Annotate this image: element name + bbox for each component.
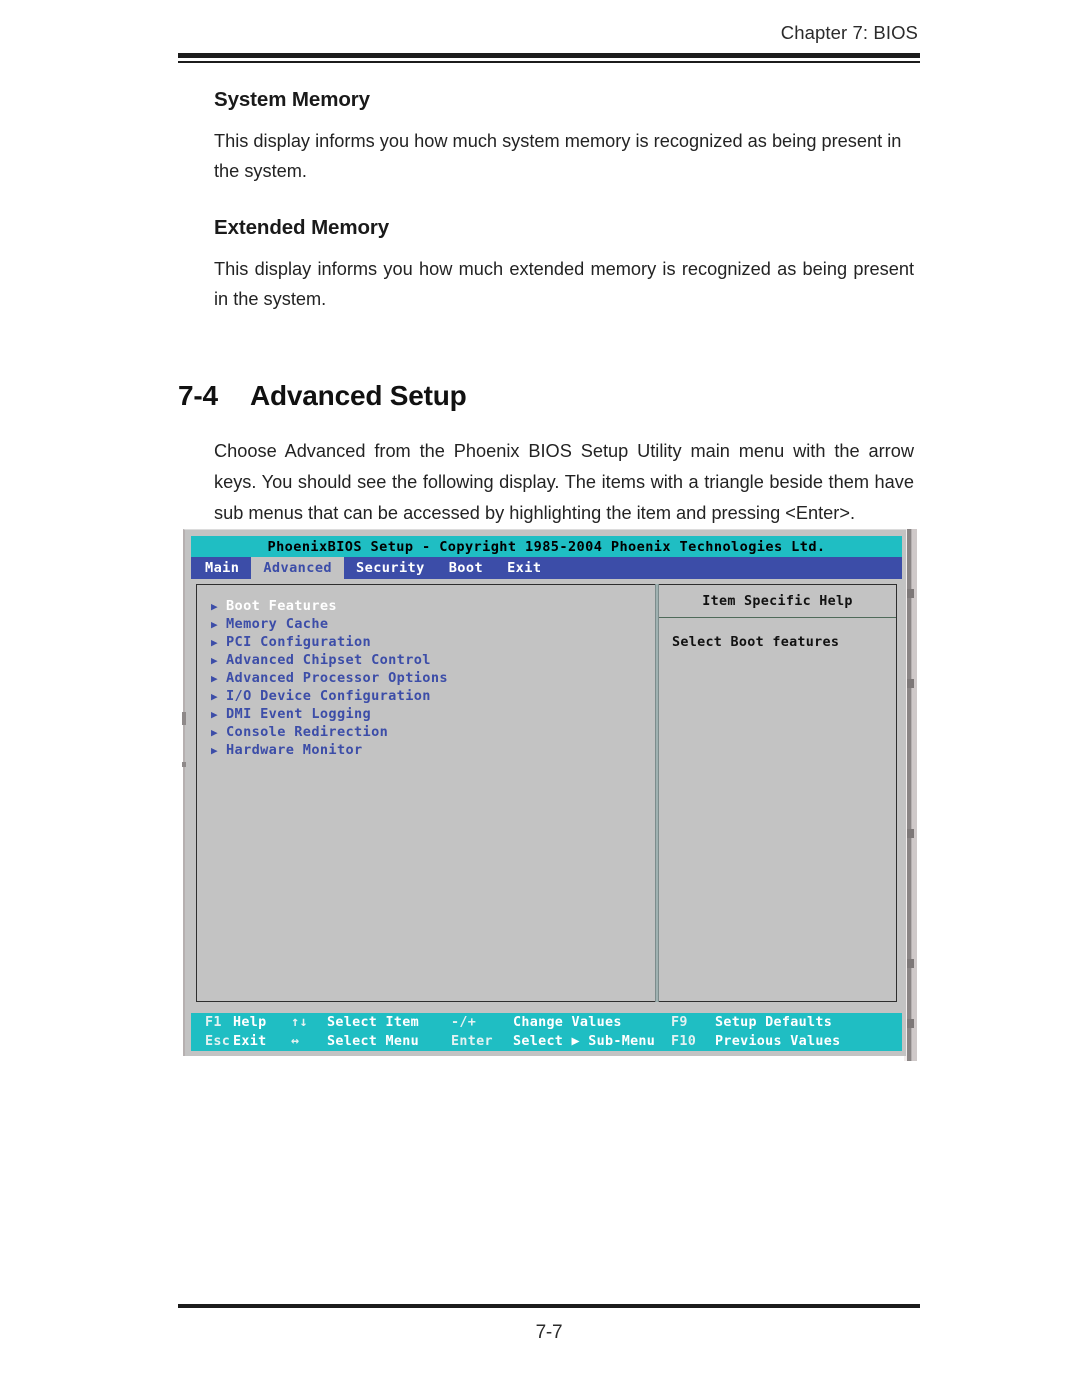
bios-menu-item-label: Console Redirection [226, 724, 389, 740]
key-change-values-label: Change Values [513, 1015, 622, 1030]
bios-function-key-row-1: F1 Help ↑↓ Select Item -/+ Change Values… [191, 1013, 902, 1032]
submenu-triangle-icon: ▶ [211, 743, 218, 757]
paragraph-advanced-setup-intro: Choose Advanced from the Phoenix BIOS Se… [214, 441, 914, 523]
bios-tab-main[interactable]: Main [191, 557, 251, 579]
key-previous-values-label: Previous Values [715, 1034, 841, 1049]
bios-menu-bar[interactable]: Main Advanced Security Boot Exit [191, 557, 902, 579]
key-f1-label: Help [233, 1015, 267, 1030]
submenu-triangle-icon: ▶ [211, 707, 218, 721]
bios-function-key-bar: F1 Help ↑↓ Select Item -/+ Change Values… [191, 1013, 902, 1051]
bios-menu-item-pci-configuration[interactable]: ▶ PCI Configuration [209, 633, 655, 651]
key-enter[interactable]: Enter [451, 1034, 513, 1049]
key-esc-label: Exit [233, 1034, 267, 1049]
submenu-triangle-icon: ▶ [211, 725, 218, 739]
key-f10[interactable]: F10 [671, 1034, 715, 1049]
bios-help-text: Select Boot features [672, 635, 840, 650]
bios-window: PhoenixBIOS Setup - Copyright 1985-2004 … [183, 529, 906, 1056]
key-minus-plus[interactable]: -/+ [451, 1015, 513, 1030]
running-head: Chapter 7: BIOS [780, 22, 918, 43]
bios-menu-item-boot-features[interactable]: ▶ Boot Features [209, 597, 655, 615]
page-number: 7-7 [535, 1322, 563, 1343]
paragraph-system-memory: This display informs you how much system… [214, 131, 902, 181]
scan-artifact [182, 712, 186, 725]
header-rule-thin [178, 61, 920, 63]
bios-help-panel: Item Specific Help Select Boot features [659, 584, 897, 1002]
submenu-triangle-icon: ▶ [211, 635, 218, 649]
bios-function-key-row-2: Esc Exit ↔ Select Menu Enter Select ▶ Su… [191, 1032, 902, 1051]
footer-rule [178, 1304, 920, 1308]
bios-menu-item-label: Advanced Chipset Control [226, 652, 431, 668]
bios-help-title: Item Specific Help [659, 585, 896, 618]
bios-menu-item-advanced-chipset-control[interactable]: ▶ Advanced Chipset Control [209, 651, 655, 669]
bios-menu-item-label: Advanced Processor Options [226, 670, 448, 686]
bios-menu-item-hardware-monitor[interactable]: ▶ Hardware Monitor [209, 741, 655, 759]
submenu-triangle-icon: ▶ [211, 689, 218, 703]
bios-menu-list: ▶ Boot Features ▶ Memory Cache ▶ PCI Con… [197, 585, 655, 759]
bios-title-bar: PhoenixBIOS Setup - Copyright 1985-2004 … [191, 536, 902, 557]
scan-artifact [182, 762, 186, 767]
bios-screenshot-figure: PhoenixBIOS Setup - Copyright 1985-2004 … [183, 529, 920, 1064]
header-rule-thick [178, 53, 920, 58]
bios-tab-boot[interactable]: Boot [437, 557, 495, 579]
key-f9[interactable]: F9 [671, 1015, 715, 1030]
section-title: 7-4 Advanced Setup [178, 380, 920, 412]
key-setup-defaults-label: Setup Defaults [715, 1015, 833, 1030]
submenu-triangle-icon: ▶ [211, 671, 218, 685]
submenu-triangle-icon: ▶ [211, 653, 218, 667]
bios-menu-item-dmi-event-logging[interactable]: ▶ DMI Event Logging [209, 705, 655, 723]
page-footer: 7-7 [178, 1304, 920, 1344]
bios-menu-item-label: Boot Features [226, 598, 337, 614]
bios-menu-panel: ▶ Boot Features ▶ Memory Cache ▶ PCI Con… [196, 584, 655, 1002]
bios-body: ▶ Boot Features ▶ Memory Cache ▶ PCI Con… [191, 579, 902, 1009]
bios-screen: PhoenixBIOS Setup - Copyright 1985-2004 … [191, 536, 902, 1051]
key-select-menu-label: Select Menu [327, 1034, 419, 1049]
bios-menu-item-label: DMI Event Logging [226, 706, 372, 722]
heading-system-memory: System Memory [214, 88, 370, 111]
key-f1[interactable]: F1 [205, 1015, 233, 1030]
bios-menu-item-label: PCI Configuration [226, 634, 372, 650]
bios-menu-item-advanced-processor-options[interactable]: ▶ Advanced Processor Options [209, 669, 655, 687]
section-name: Advanced Setup [250, 380, 467, 411]
page-content: System Memory This display informs you h… [178, 88, 920, 529]
bios-menu-item-label: Hardware Monitor [226, 742, 363, 758]
key-select-submenu-label: Select ▶ Sub-Menu [513, 1034, 656, 1049]
bios-menu-item-memory-cache[interactable]: ▶ Memory Cache [209, 615, 655, 633]
paragraph-extended-memory: This display informs you how much extend… [214, 259, 914, 309]
bios-menu-item-label: Memory Cache [226, 616, 329, 632]
key-updown-arrow-icon: ↑↓ [291, 1015, 308, 1030]
key-esc[interactable]: Esc [205, 1034, 233, 1049]
section-number: 7-4 [178, 380, 218, 411]
key-leftright-arrow-icon: ↔ [291, 1034, 300, 1049]
bios-tab-exit[interactable]: Exit [495, 557, 553, 579]
key-select-item-label: Select Item [327, 1015, 419, 1030]
bios-tab-security[interactable]: Security [344, 557, 437, 579]
bios-menu-item-label: I/O Device Configuration [226, 688, 431, 704]
page-header: Chapter 7: BIOS [178, 22, 920, 63]
bios-tab-advanced[interactable]: Advanced [251, 557, 345, 579]
submenu-triangle-icon: ▶ [211, 617, 218, 631]
heading-extended-memory: Extended Memory [214, 216, 390, 239]
bios-menu-item-console-redirection[interactable]: ▶ Console Redirection [209, 723, 655, 741]
bios-menu-item-io-device-configuration[interactable]: ▶ I/O Device Configuration [209, 687, 655, 705]
submenu-triangle-icon: ▶ [211, 599, 218, 613]
